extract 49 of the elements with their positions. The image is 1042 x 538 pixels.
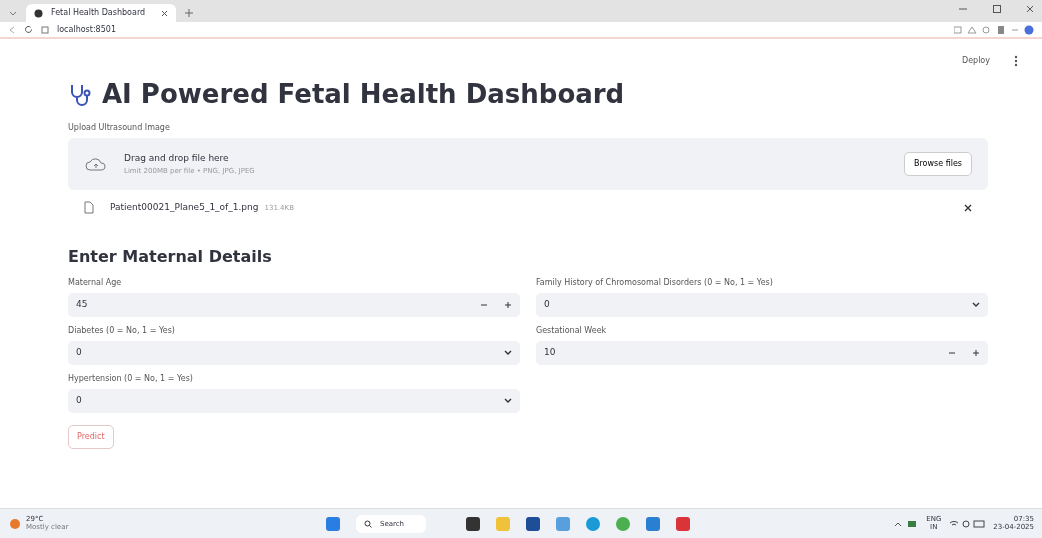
page-title: AI Powered Fetal Health Dashboard <box>102 78 625 111</box>
tab-title: Fetal Health Dashboard <box>51 7 147 19</box>
file-name: Patient00021_Plane5_1_of_1.png <box>110 201 259 214</box>
field-label: Diabetes (0 = No, 1 = Yes) <box>68 324 176 337</box>
select-field[interactable]: 0 <box>536 292 988 317</box>
toolbar-icons-drawing[interactable] <box>954 24 1034 35</box>
file-icon <box>84 201 94 215</box>
predict-button[interactable]: Predict <box>68 424 114 449</box>
section-heading: Enter Maternal Details <box>68 245 273 268</box>
browser-tab[interactable]: Fetal Health Dashboard <box>26 4 176 22</box>
taskbar-app-icon[interactable] <box>556 517 570 531</box>
more-menu-icon[interactable] <box>1014 55 1018 67</box>
taskbar-app-icon[interactable] <box>526 517 540 531</box>
select-field[interactable]: 0 <box>68 340 520 365</box>
search-icon <box>364 520 372 528</box>
chevron-down-icon <box>504 349 512 356</box>
plus-icon[interactable] <box>504 300 512 309</box>
remove-file-icon[interactable] <box>964 203 972 212</box>
browse-files-button[interactable]: Browse files <box>903 152 972 176</box>
address-text[interactable]: localhost:8501 <box>57 23 946 36</box>
tray-icons-drawing[interactable] <box>894 519 919 529</box>
deploy-button[interactable]: Deploy <box>962 55 990 67</box>
close-icon[interactable] <box>161 9 168 17</box>
new-tab-icon[interactable] <box>184 8 194 18</box>
app-icon <box>34 8 43 18</box>
chevron-down-icon <box>972 301 980 308</box>
back-icon[interactable] <box>8 25 16 34</box>
number-input[interactable]: 45 <box>68 292 520 317</box>
field-label: Gestational Week <box>536 324 608 337</box>
close-icon[interactable] <box>1026 4 1034 14</box>
taskbar-app-icon[interactable] <box>466 517 480 531</box>
status-icons-drawing[interactable] <box>949 519 986 529</box>
weather-icon[interactable] <box>8 517 22 531</box>
taskbar-app-icon[interactable] <box>616 517 630 531</box>
restore-icon[interactable] <box>992 4 1002 14</box>
dropzone-text: Drag and drop file here <box>124 152 230 165</box>
field-label: Family History of Chromosomal Disorders (0 = No, 1 = Yes) <box>536 276 774 289</box>
site-info-icon[interactable] <box>41 25 49 34</box>
start-icon[interactable] <box>326 517 340 531</box>
chevron-down-icon <box>504 397 512 404</box>
taskbar-app-icon[interactable] <box>676 517 690 531</box>
field-label: Hypertension (0 = No, 1 = Yes) <box>68 372 194 385</box>
plus-icon[interactable] <box>972 348 980 357</box>
select-field[interactable]: 0 <box>68 388 520 413</box>
field-label: Upload Ultrasound Image <box>68 122 171 134</box>
reload-icon[interactable] <box>24 25 33 34</box>
cloud-upload-icon <box>84 156 108 172</box>
number-input[interactable]: 10 <box>536 340 988 365</box>
field-label: Maternal Age <box>68 276 123 289</box>
